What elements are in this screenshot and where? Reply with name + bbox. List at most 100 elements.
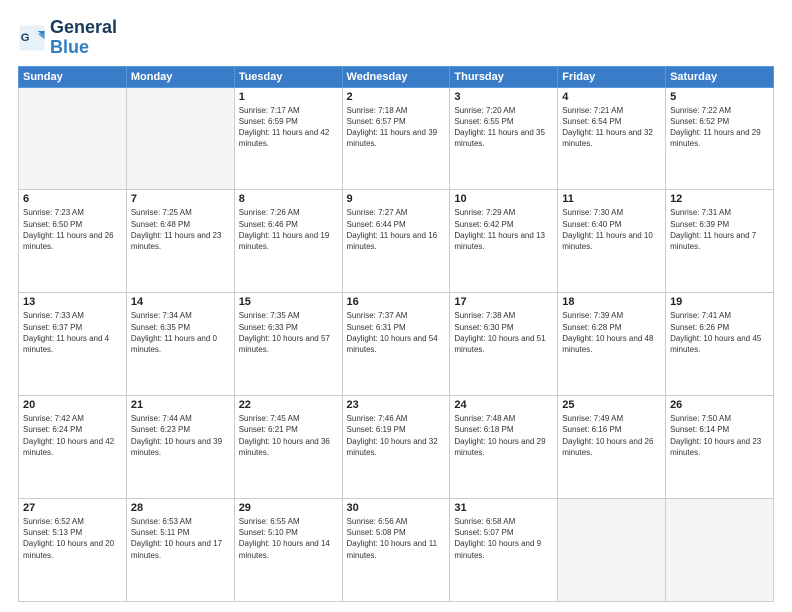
day-number: 2	[347, 91, 446, 103]
day-number: 11	[562, 193, 661, 205]
day-number: 27	[23, 502, 122, 514]
day-info: Sunrise: 7:48 AM Sunset: 6:18 PM Dayligh…	[454, 413, 553, 458]
table-row: 26 Sunrise: 7:50 AM Sunset: 6:14 PM Dayli…	[666, 396, 774, 499]
day-number: 13	[23, 296, 122, 308]
day-number: 17	[454, 296, 553, 308]
table-row	[19, 87, 127, 190]
day-info: Sunrise: 7:35 AM Sunset: 6:33 PM Dayligh…	[239, 310, 338, 355]
day-info: Sunrise: 7:20 AM Sunset: 6:55 PM Dayligh…	[454, 105, 553, 150]
day-number: 15	[239, 296, 338, 308]
day-info: Sunrise: 6:55 AM Sunset: 5:10 PM Dayligh…	[239, 516, 338, 561]
day-info: Sunrise: 7:44 AM Sunset: 6:23 PM Dayligh…	[131, 413, 230, 458]
calendar-header-row: Sunday Monday Tuesday Wednesday Thursday…	[19, 66, 774, 87]
day-number: 24	[454, 399, 553, 411]
table-row: 14Sunrise: 7:34 AM Sunset: 6:35 PM Dayli…	[126, 293, 234, 396]
calendar-week-row: 27 Sunrise: 6:52 AM Sunset: 5:13 PM Dayli…	[19, 499, 774, 602]
day-info: Sunrise: 7:39 AM Sunset: 6:28 PM Dayligh…	[562, 310, 661, 355]
table-row: 16 Sunrise: 7:37 AM Sunset: 6:31 PM Dayli…	[342, 293, 450, 396]
day-info: Sunrise: 7:25 AM Sunset: 6:48 PM Dayligh…	[131, 207, 230, 252]
table-row: 22Sunrise: 7:45 AM Sunset: 6:21 PM Dayli…	[234, 396, 342, 499]
day-number: 1	[239, 91, 338, 103]
day-info: Sunrise: 7:30 AM Sunset: 6:40 PM Dayligh…	[562, 207, 661, 252]
col-tuesday: Tuesday	[234, 66, 342, 87]
table-row: 2 Sunrise: 7:18 AM Sunset: 6:57 PM Daylig…	[342, 87, 450, 190]
day-info: Sunrise: 6:52 AM Sunset: 5:13 PM Dayligh…	[23, 516, 122, 561]
day-info: Sunrise: 7:46 AM Sunset: 6:19 PM Dayligh…	[347, 413, 446, 458]
day-number: 4	[562, 91, 661, 103]
day-number: 5	[670, 91, 769, 103]
table-row: 18Sunrise: 7:39 AM Sunset: 6:28 PM Dayli…	[558, 293, 666, 396]
calendar-week-row: 13 Sunrise: 7:33 AM Sunset: 6:37 PM Dayli…	[19, 293, 774, 396]
svg-text:G: G	[21, 32, 30, 44]
table-row: 11 Sunrise: 7:30 AM Sunset: 6:40 PM Dayli…	[558, 190, 666, 293]
day-number: 21	[131, 399, 230, 411]
day-info: Sunrise: 7:18 AM Sunset: 6:57 PM Dayligh…	[347, 105, 446, 150]
day-number: 25	[562, 399, 661, 411]
table-row: 15 Sunrise: 7:35 AM Sunset: 6:33 PM Dayli…	[234, 293, 342, 396]
day-info: Sunrise: 7:26 AM Sunset: 6:46 PM Dayligh…	[239, 207, 338, 252]
table-row: 10 Sunrise: 7:29 AM Sunset: 6:42 PM Dayli…	[450, 190, 558, 293]
day-number: 3	[454, 91, 553, 103]
day-number: 19	[670, 296, 769, 308]
logo-text-line2: Blue	[50, 38, 117, 58]
day-info: Sunrise: 7:38 AM Sunset: 6:30 PM Dayligh…	[454, 310, 553, 355]
calendar-week-row: 6Sunrise: 7:23 AM Sunset: 6:50 PM Daylig…	[19, 190, 774, 293]
logo: G General Blue	[18, 18, 117, 58]
day-number: 29	[239, 502, 338, 514]
day-number: 26	[670, 399, 769, 411]
table-row: 1Sunrise: 7:17 AM Sunset: 6:59 PM Daylig…	[234, 87, 342, 190]
table-row: 6Sunrise: 7:23 AM Sunset: 6:50 PM Daylig…	[19, 190, 127, 293]
day-info: Sunrise: 7:42 AM Sunset: 6:24 PM Dayligh…	[23, 413, 122, 458]
day-number: 31	[454, 502, 553, 514]
day-number: 6	[23, 193, 122, 205]
calendar-week-row: 20 Sunrise: 7:42 AM Sunset: 6:24 PM Dayli…	[19, 396, 774, 499]
day-info: Sunrise: 7:33 AM Sunset: 6:37 PM Dayligh…	[23, 310, 122, 355]
page-header: G General Blue	[18, 18, 774, 58]
day-info: Sunrise: 6:58 AM Sunset: 5:07 PM Dayligh…	[454, 516, 553, 561]
col-wednesday: Wednesday	[342, 66, 450, 87]
day-number: 7	[131, 193, 230, 205]
day-info: Sunrise: 7:50 AM Sunset: 6:14 PM Dayligh…	[670, 413, 769, 458]
day-number: 12	[670, 193, 769, 205]
day-number: 10	[454, 193, 553, 205]
col-monday: Monday	[126, 66, 234, 87]
day-info: Sunrise: 6:56 AM Sunset: 5:08 PM Dayligh…	[347, 516, 446, 561]
day-number: 8	[239, 193, 338, 205]
logo-icon: G	[18, 24, 46, 52]
day-info: Sunrise: 7:29 AM Sunset: 6:42 PM Dayligh…	[454, 207, 553, 252]
day-number: 22	[239, 399, 338, 411]
table-row: 25Sunrise: 7:49 AM Sunset: 6:16 PM Dayli…	[558, 396, 666, 499]
table-row: 4 Sunrise: 7:21 AM Sunset: 6:54 PM Daylig…	[558, 87, 666, 190]
table-row	[558, 499, 666, 602]
day-info: Sunrise: 7:27 AM Sunset: 6:44 PM Dayligh…	[347, 207, 446, 252]
day-info: Sunrise: 6:53 AM Sunset: 5:11 PM Dayligh…	[131, 516, 230, 561]
table-row: 20 Sunrise: 7:42 AM Sunset: 6:24 PM Dayli…	[19, 396, 127, 499]
day-info: Sunrise: 7:41 AM Sunset: 6:26 PM Dayligh…	[670, 310, 769, 355]
day-number: 20	[23, 399, 122, 411]
table-row	[126, 87, 234, 190]
col-saturday: Saturday	[666, 66, 774, 87]
table-row: 28 Sunrise: 6:53 AM Sunset: 5:11 PM Dayli…	[126, 499, 234, 602]
col-sunday: Sunday	[19, 66, 127, 87]
table-row: 8 Sunrise: 7:26 AM Sunset: 6:46 PM Daylig…	[234, 190, 342, 293]
calendar-table: Sunday Monday Tuesday Wednesday Thursday…	[18, 66, 774, 602]
calendar-week-row: 1Sunrise: 7:17 AM Sunset: 6:59 PM Daylig…	[19, 87, 774, 190]
table-row: 23Sunrise: 7:46 AM Sunset: 6:19 PM Dayli…	[342, 396, 450, 499]
day-info: Sunrise: 7:37 AM Sunset: 6:31 PM Dayligh…	[347, 310, 446, 355]
table-row	[666, 499, 774, 602]
table-row: 5Sunrise: 7:22 AM Sunset: 6:52 PM Daylig…	[666, 87, 774, 190]
table-row: 30 Sunrise: 6:56 AM Sunset: 5:08 PM Dayli…	[342, 499, 450, 602]
table-row: 17 Sunrise: 7:38 AM Sunset: 6:30 PM Dayli…	[450, 293, 558, 396]
logo-text-line1: General	[50, 18, 117, 38]
table-row: 12Sunrise: 7:31 AM Sunset: 6:39 PM Dayli…	[666, 190, 774, 293]
table-row: 29 Sunrise: 6:55 AM Sunset: 5:10 PM Dayli…	[234, 499, 342, 602]
day-number: 9	[347, 193, 446, 205]
day-info: Sunrise: 7:34 AM Sunset: 6:35 PM Dayligh…	[131, 310, 230, 355]
table-row: 27 Sunrise: 6:52 AM Sunset: 5:13 PM Dayli…	[19, 499, 127, 602]
day-number: 16	[347, 296, 446, 308]
day-number: 28	[131, 502, 230, 514]
table-row: 21 Sunrise: 7:44 AM Sunset: 6:23 PM Dayli…	[126, 396, 234, 499]
table-row: 7 Sunrise: 7:25 AM Sunset: 6:48 PM Daylig…	[126, 190, 234, 293]
day-info: Sunrise: 7:21 AM Sunset: 6:54 PM Dayligh…	[562, 105, 661, 150]
day-number: 30	[347, 502, 446, 514]
